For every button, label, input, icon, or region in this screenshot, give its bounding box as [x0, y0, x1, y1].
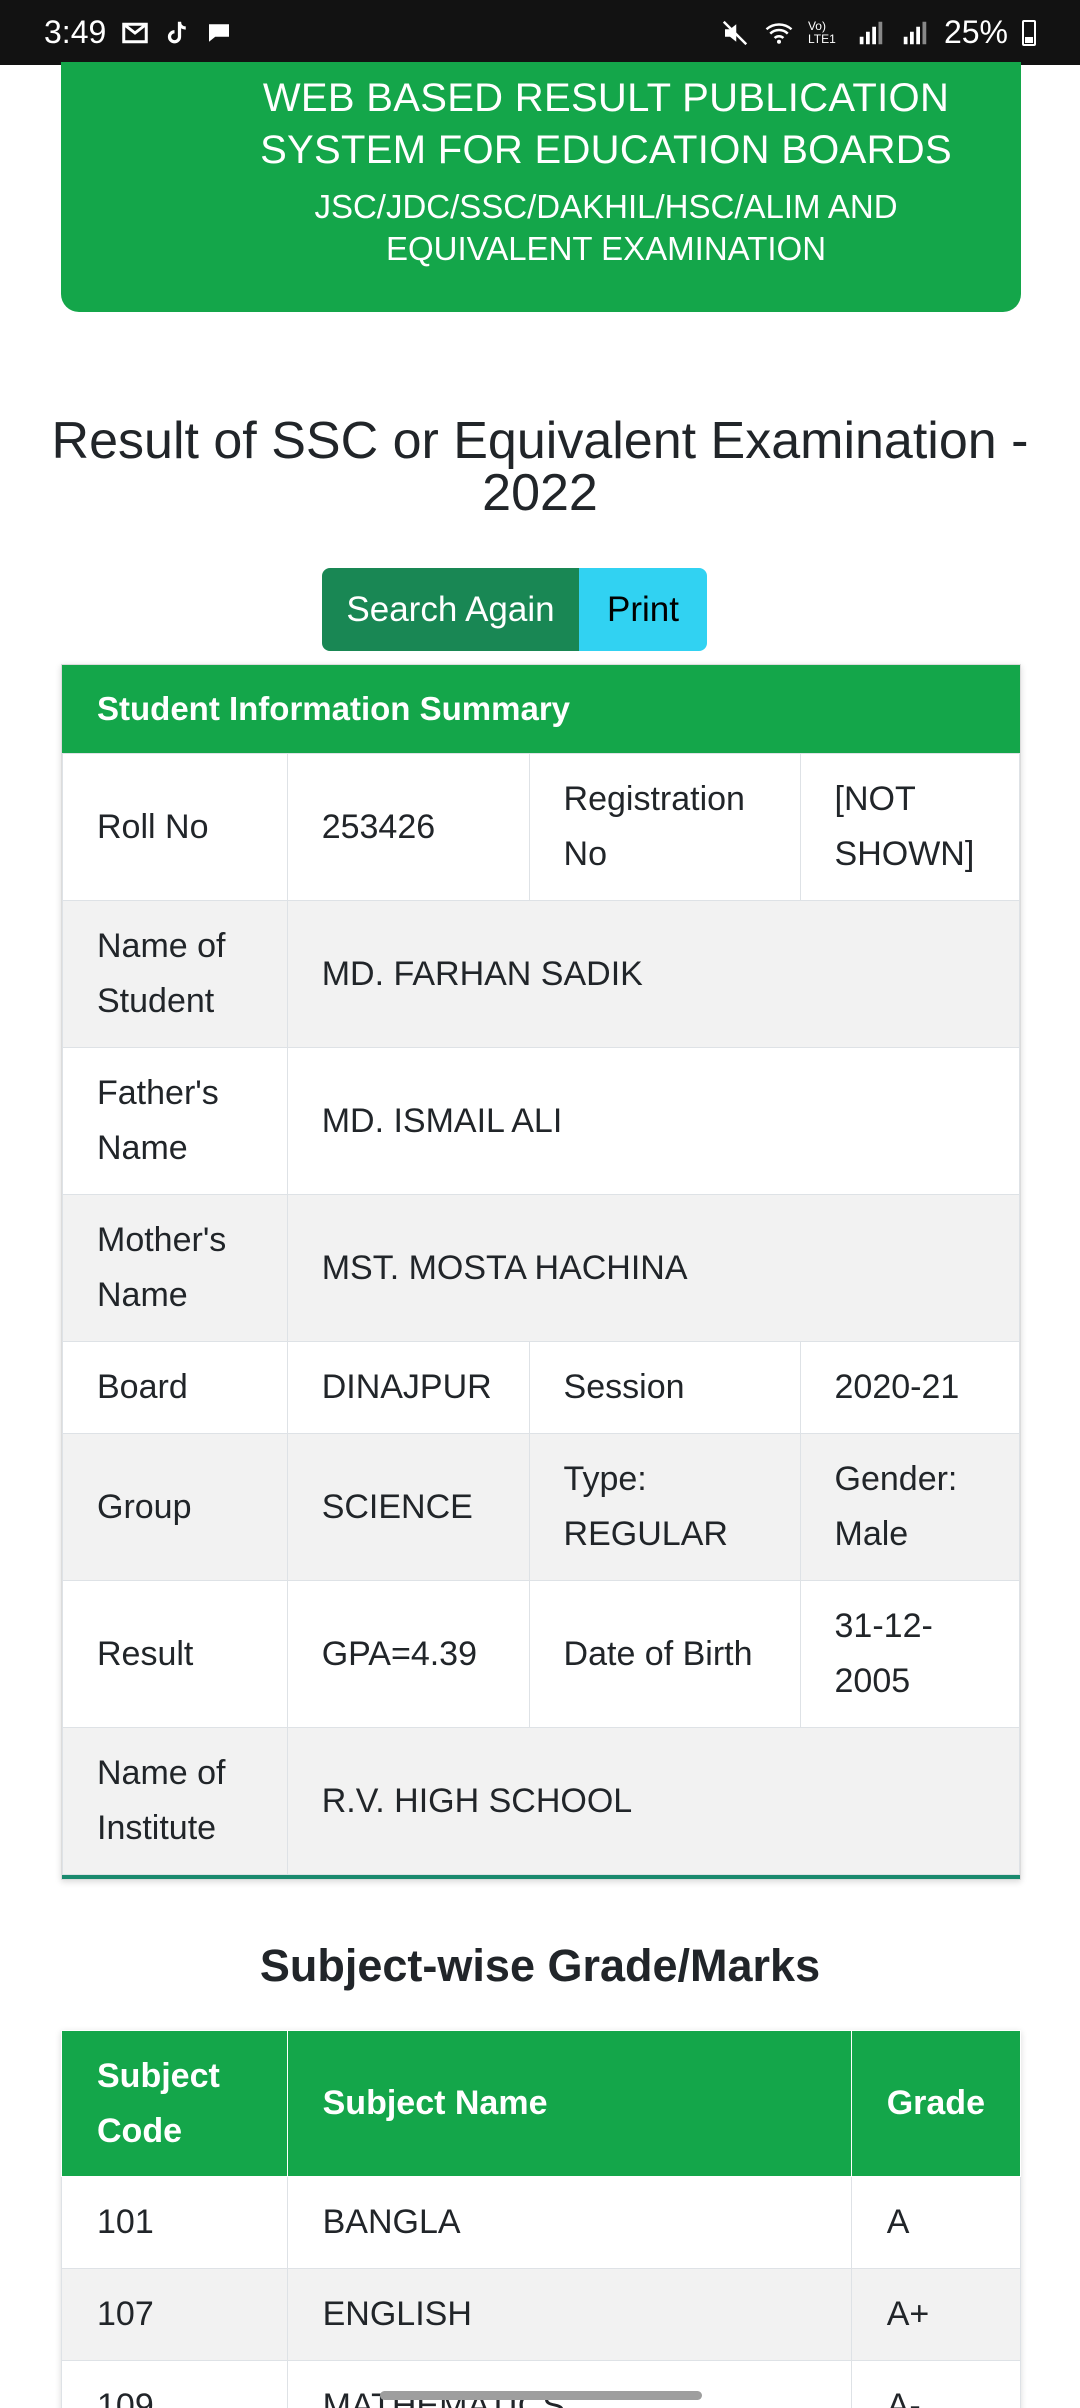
session-value: 2020-21 [799, 1341, 1021, 1434]
table-row: Mother's Name MST. MOSTA HACHINA [62, 1194, 1021, 1342]
dob-value: 31-12-2005 [799, 1580, 1021, 1728]
student-name-label: Name of Student [62, 900, 288, 1048]
subject-grade: A- [850, 2360, 1022, 2408]
battery-icon [1022, 19, 1036, 46]
mother-name-value: MST. MOSTA HACHINA [286, 1194, 1021, 1342]
signal-icon [903, 21, 927, 44]
mail-icon [122, 22, 149, 43]
action-buttons: Search Again Print [322, 568, 707, 651]
page-title: Result of SSC or Equivalent Examination … [51, 412, 1029, 522]
battery-percent: 25% [943, 14, 1008, 50]
header-banner: WEB BASED RESULT PUBLICATION SYSTEM FOR … [61, 62, 1021, 312]
table-row: Name of Student MD. FARHAN SADIK [62, 900, 1021, 1048]
registration-value: [NOT SHOWN] [799, 753, 1021, 901]
session-label: Session [528, 1341, 801, 1434]
signal-icon [859, 21, 883, 44]
institute-value: R.V. HIGH SCHOOL [286, 1727, 1021, 1875]
roll-label: Roll No [62, 753, 288, 901]
table-row: Roll No 253426 Registration No [NOT SHOW… [62, 753, 1021, 901]
subject-grade: A+ [850, 2268, 1022, 2361]
mute-icon [722, 20, 748, 45]
home-indicator[interactable] [380, 2391, 702, 2400]
chat-icon [209, 23, 230, 42]
wifi-icon [765, 22, 793, 44]
column-header-code: Subject Code [61, 2030, 288, 2177]
roll-value: 253426 [286, 753, 530, 901]
subject-grade: A [850, 2176, 1022, 2269]
table-row: Board DINAJPUR Session 2020-21 [62, 1341, 1021, 1434]
table-row: Group SCIENCE Type: REGULAR Gender: Male [62, 1433, 1021, 1581]
group-label: Group [62, 1433, 288, 1581]
subject-code: 109 [61, 2360, 288, 2408]
board-value: DINAJPUR [286, 1341, 530, 1434]
table-row: 101 BANGLA A [61, 2176, 1022, 2269]
notification-icons [120, 18, 234, 48]
registration-label: Registration No [528, 753, 801, 901]
mother-name-label: Mother's Name [62, 1194, 288, 1342]
result-value: GPA=4.39 [286, 1580, 530, 1728]
dob-label: Date of Birth [528, 1580, 801, 1728]
column-header-name: Subject Name [286, 2030, 852, 2177]
clock: 3:49 [44, 14, 107, 50]
subject-name: BANGLA [286, 2176, 852, 2269]
card-bottom-border [62, 1875, 1020, 1879]
table-row: 109 MATHEMATICS A- [61, 2360, 1022, 2408]
table-row: 107 ENGLISH A+ [61, 2268, 1022, 2361]
site-title: WEB BASED RESULT PUBLICATION SYSTEM FOR … [260, 76, 952, 172]
tiktok-icon [168, 21, 187, 43]
board-label: Board [62, 1341, 288, 1434]
grades-header-row: Subject Code Subject Name Grade [61, 2030, 1022, 2177]
page: 3:49 Vo) LTE1 25% WEB BASED RESULT PUBLI… [0, 0, 1080, 2408]
gender-value: Gender: Male [799, 1433, 1021, 1581]
site-subtitle: JSC/JDC/SSC/DAKHIL/HSC/ALIM AND EQUIVALE… [314, 188, 898, 267]
student-summary-card: Student Information Summary Roll No 2534… [61, 664, 1021, 1880]
subject-name: ENGLISH [286, 2268, 852, 2361]
subject-code: 107 [61, 2268, 288, 2361]
subject-code: 101 [61, 2176, 288, 2269]
result-label: Result [62, 1580, 288, 1728]
student-name-value: MD. FARHAN SADIK [286, 900, 1021, 1048]
status-bar: 3:49 Vo) LTE1 25% [0, 0, 1080, 65]
table-row: Result GPA=4.39 Date of Birth 31-12-2005 [62, 1580, 1021, 1728]
group-value: SCIENCE [286, 1433, 530, 1581]
table-row: Father's Name MD. ISMAIL ALI [62, 1047, 1021, 1195]
grades-heading: Subject-wise Grade/Marks [259, 1940, 821, 1991]
type-value: Type: REGULAR [528, 1433, 801, 1581]
subject-name: MATHEMATICS [286, 2360, 852, 2408]
father-name-label: Father's Name [62, 1047, 288, 1195]
search-again-button[interactable]: Search Again [322, 568, 579, 651]
student-info-table: Roll No 253426 Registration No [NOT SHOW… [62, 753, 1021, 1875]
table-row: Name of Institute R.V. HIGH SCHOOL [62, 1727, 1021, 1875]
volte-icon: Vo) LTE1 [807, 18, 836, 46]
grades-table: Subject Code Subject Name Grade 101 BANG… [61, 2030, 1022, 2408]
system-icons: Vo) LTE1 25% [720, 14, 1036, 51]
print-button[interactable]: Print [579, 568, 707, 651]
institute-label: Name of Institute [62, 1727, 288, 1875]
column-header-grade: Grade [850, 2030, 1022, 2177]
summary-heading: Student Information Summary [62, 665, 1020, 753]
father-name-value: MD. ISMAIL ALI [286, 1047, 1021, 1195]
